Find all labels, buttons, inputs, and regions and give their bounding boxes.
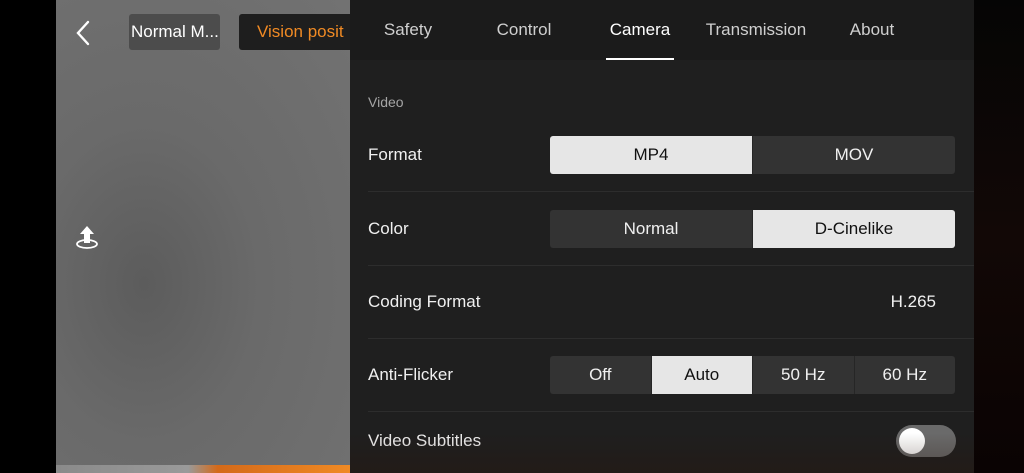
format-label: Format (368, 144, 422, 164)
coding-format-label: Coding Format (368, 291, 481, 311)
video-subtitles-toggle[interactable] (896, 425, 956, 457)
color-option-normal[interactable]: Normal (550, 209, 753, 248)
color-label: Color (368, 218, 409, 238)
tab-label: Safety (383, 20, 433, 39)
color-segmented-control: Normal D-Cinelike (550, 209, 955, 248)
anti-flicker-option-auto[interactable]: Auto (651, 355, 753, 394)
format-option-mov[interactable]: MOV (753, 136, 955, 174)
anti-flicker-option-60hz[interactable]: 60 Hz (855, 356, 956, 394)
back-button[interactable] (64, 14, 102, 52)
tab-safety[interactable]: Safety (350, 0, 466, 60)
anti-flicker-segmented-control: Off Auto 50 Hz 60 Hz (550, 355, 956, 394)
coding-format-row[interactable]: Coding Format H.265 (368, 265, 974, 339)
format-segmented-control: MP4 MOV (550, 135, 955, 174)
vision-positioning-label: Vision posit (257, 22, 344, 41)
flight-mode-label: Normal M... (131, 22, 219, 41)
tab-transmission[interactable]: Transmission (698, 0, 814, 60)
return-to-home-icon (76, 226, 98, 249)
color-row: Color Normal D-Cinelike (368, 192, 974, 266)
tab-label: About (849, 20, 895, 39)
anti-flicker-label: Anti-Flicker (368, 364, 454, 384)
tab-control[interactable]: Control (466, 0, 582, 60)
vision-positioning-status[interactable]: Vision posit (239, 14, 350, 50)
anti-flicker-option-50hz[interactable]: 50 Hz (753, 355, 855, 394)
video-subtitles-label: Video Subtitles (368, 431, 482, 450)
anti-flicker-option-off[interactable]: Off (550, 355, 652, 394)
toggle-knob (899, 428, 925, 454)
settings-tabbar: Safety Control Camera Transmission About (350, 0, 974, 60)
tab-camera[interactable]: Camera (582, 0, 698, 60)
tab-label: Camera (609, 20, 671, 39)
format-row: Format MP4 MOV (368, 118, 974, 192)
anti-flicker-row: Anti-Flicker Off Auto 50 Hz 60 Hz (368, 338, 974, 412)
coding-format-value[interactable]: H.265 (891, 292, 936, 312)
color-option-d-cinelike[interactable]: D-Cinelike (753, 209, 955, 248)
camera-bottom-strip (56, 465, 350, 473)
tab-label: Transmission (705, 20, 807, 39)
settings-panel: Safety Control Camera Transmission About… (350, 0, 974, 473)
section-title-video: Video (368, 94, 404, 110)
chevron-left-icon (76, 20, 90, 46)
format-option-mp4[interactable]: MP4 (550, 135, 753, 174)
tab-label: Control (496, 20, 552, 39)
tab-about[interactable]: About (814, 0, 930, 60)
flight-mode-indicator[interactable]: Normal M... (129, 14, 220, 50)
video-subtitles-row: Video Subtitles (368, 412, 974, 470)
right-edge-backdrop (974, 0, 1024, 473)
return-to-home-button[interactable] (72, 222, 102, 252)
